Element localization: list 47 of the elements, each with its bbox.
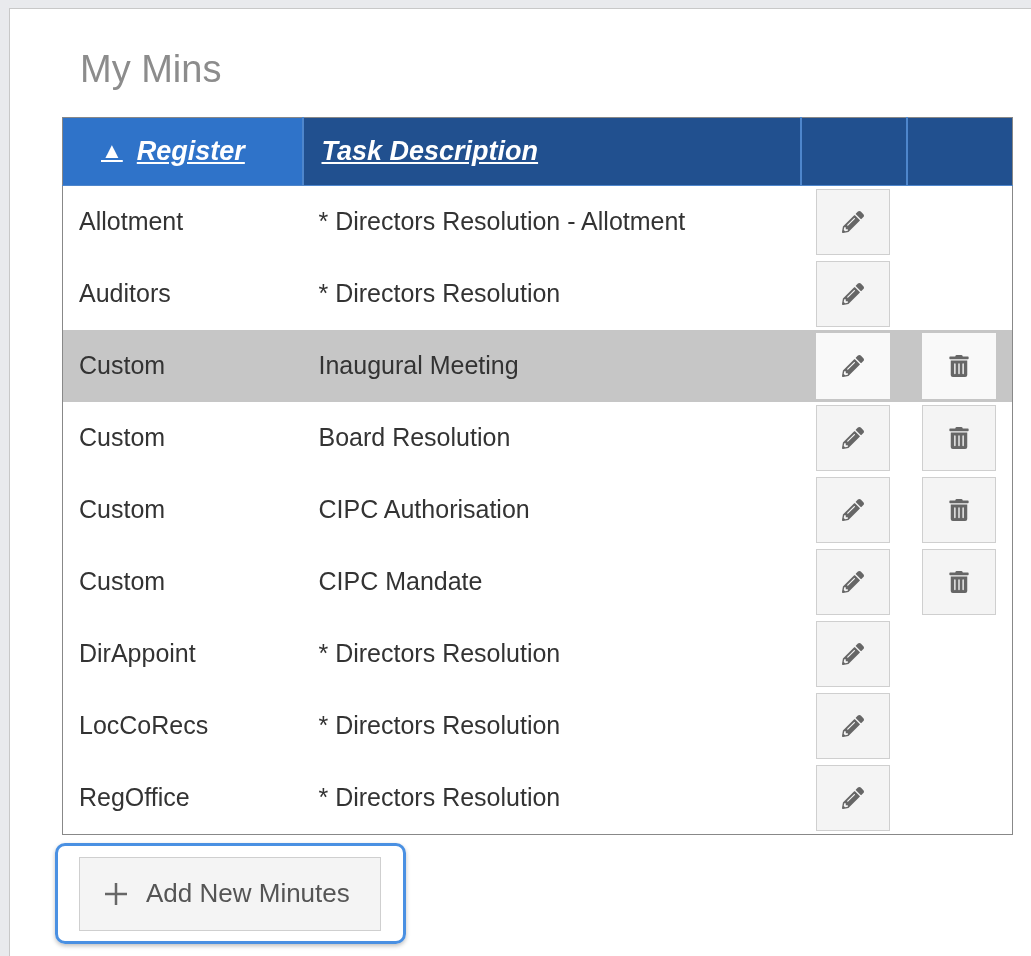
pencil-icon bbox=[841, 210, 864, 233]
table-cell: * Directors Resolution bbox=[302, 257, 801, 330]
table-cell: Allotment bbox=[62, 185, 303, 258]
table-cell: Custom bbox=[62, 473, 303, 546]
plus-icon bbox=[104, 881, 128, 906]
table-cell: Custom bbox=[62, 401, 303, 474]
table-cell: DirAppoint bbox=[62, 617, 303, 690]
delete-button[interactable] bbox=[921, 404, 996, 471]
sort-link[interactable]: ▲ Register bbox=[101, 135, 245, 167]
table-cell: Custom bbox=[62, 329, 303, 402]
edit-button[interactable] bbox=[815, 404, 890, 471]
table-cell: * Directors Resolution - Allotment bbox=[302, 185, 801, 258]
table-cell: Board Resolution bbox=[302, 401, 801, 474]
pencil-icon bbox=[841, 354, 864, 377]
table-cell-text: * Directors Resolution bbox=[317, 710, 562, 742]
pencil-icon bbox=[841, 426, 864, 449]
pencil-icon bbox=[841, 498, 864, 521]
table-cell: Custom bbox=[62, 545, 303, 618]
pencil-icon bbox=[841, 786, 864, 809]
table-cell: LocCoRecs bbox=[62, 689, 303, 762]
pencil-icon bbox=[841, 570, 864, 593]
delete-button[interactable] bbox=[921, 548, 996, 615]
edit-button[interactable] bbox=[815, 476, 890, 543]
edit-button[interactable] bbox=[815, 764, 890, 831]
add-new-minutes-button[interactable]: Add New Minutes bbox=[79, 856, 381, 931]
table-cell: RegOffice bbox=[62, 761, 303, 835]
page-title: My Mins bbox=[80, 47, 223, 92]
delete-button[interactable] bbox=[921, 476, 996, 543]
table-cell: Auditors bbox=[62, 257, 303, 330]
table-cell-text: * Directors Resolution bbox=[317, 638, 562, 670]
table-cell-text: CIPC Mandate bbox=[317, 566, 484, 598]
trash-icon bbox=[947, 354, 970, 377]
table-cell: Inaugural Meeting bbox=[302, 329, 801, 402]
table-cell: * Directors Resolution bbox=[302, 761, 801, 835]
edit-button[interactable] bbox=[815, 260, 890, 327]
pencil-icon bbox=[841, 282, 864, 305]
pencil-icon bbox=[841, 714, 864, 737]
trash-icon bbox=[947, 426, 970, 449]
edit-button[interactable] bbox=[815, 548, 890, 615]
trash-icon bbox=[947, 570, 970, 593]
pencil-icon bbox=[841, 642, 864, 665]
trash-icon bbox=[947, 498, 970, 521]
sort-link[interactable]: Task Description bbox=[321, 135, 539, 167]
edit-button[interactable] bbox=[815, 620, 890, 687]
table-cell-text: CIPC Authorisation bbox=[317, 494, 531, 526]
edit-button[interactable] bbox=[815, 692, 890, 759]
edit-button[interactable] bbox=[815, 188, 890, 255]
